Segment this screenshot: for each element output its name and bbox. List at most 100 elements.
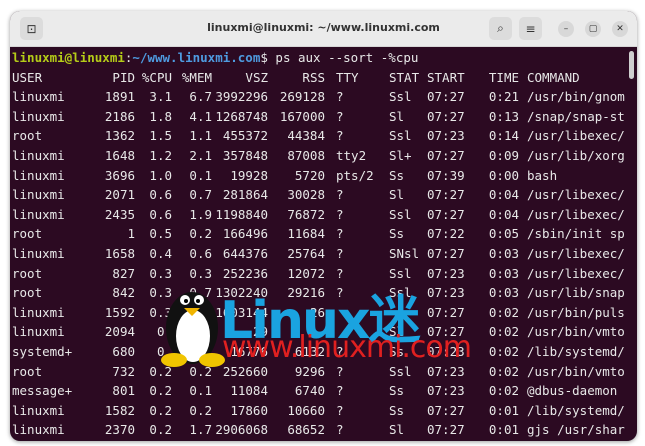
table-row: linuxmi 2370 0.2 1.7 2906068 68652? Sl 07:27 0:0… (12, 420, 625, 440)
cell-pct-cpu: 0.6 (149, 206, 172, 222)
cell-pid: PID (112, 69, 135, 85)
cell-tty: ? (336, 89, 344, 105)
cell-rss: 68652 (287, 422, 325, 438)
cell-pid: 827 (112, 265, 135, 281)
cell-rss: 9296 (294, 363, 325, 379)
command-text: ps aux --sort -%cpu (275, 50, 419, 65)
cell-stat: Ss (389, 167, 405, 183)
cell-rss: 87008 (287, 147, 325, 163)
maximize-icon[interactable]: ▢ (585, 21, 601, 37)
cell-vsz: 19928 (230, 167, 268, 183)
table-row: linuxmi 2435 0.6 1.9 1198840 76872? Ssl 07:27 0:… (12, 205, 625, 225)
cell-tty: ? (336, 402, 344, 418)
cell-pid: 2094 (104, 324, 135, 340)
cell-vsz: 29 (252, 324, 268, 340)
prompt-line: linuxmi@linuxmi:~/www.linuxmi.com$ ps au… (12, 48, 625, 68)
cell-vsz: 252660 (222, 363, 268, 379)
cell-time: 0:13 (488, 108, 519, 124)
cell-tty: TTY (336, 69, 359, 85)
cell-rss: 29216 (287, 285, 325, 301)
table-header: USER PID %CPU %MEM VSZ RSS TTY STAT START TIME COM… (12, 68, 625, 88)
terminal-output[interactable]: linuxmi@linuxmi:~/www.linuxmi.com$ ps au… (12, 48, 625, 440)
cell-vsz: 1198840 (215, 206, 268, 222)
cell-pct-cpu: 1.8 (149, 108, 172, 124)
cell-tty: ? (336, 226, 344, 242)
cell-pid: 2435 (104, 206, 135, 222)
cell-stat: STAT (389, 69, 420, 85)
close-icon[interactable]: ✕ (612, 21, 628, 37)
cell-user: linuxmi (12, 402, 65, 418)
cell-vsz: VSZ (245, 69, 268, 85)
cell-pct-mem: 0.3 (189, 265, 212, 281)
cell-start: 07:23 (427, 363, 465, 379)
cell-pid: 801 (112, 383, 135, 399)
cell-vsz: 1268748 (215, 108, 268, 124)
cell-time: 0:03 (488, 245, 519, 261)
search-icon[interactable]: ⌕ (489, 17, 512, 40)
minimize-icon[interactable]: – (558, 21, 574, 37)
cell-stat: Ssl (389, 285, 412, 301)
cell-command: gjs /usr/shar (527, 422, 625, 438)
cell-pct-cpu: 0.4 (149, 245, 172, 261)
cell-pct-mem: 0.2 (189, 226, 212, 242)
cell-rss: 26 (309, 304, 325, 320)
cell-stat (389, 303, 427, 323)
cell-time: 0:02 (488, 304, 519, 320)
cell-command: bash (527, 167, 558, 183)
cell-pct-cpu: %CPU (141, 69, 172, 85)
table-row: linuxmi 2094 0. 29 Sl 07:27 0:02/usr/bin/vmto (12, 322, 625, 342)
cell-rss: RSS (302, 69, 325, 85)
cell-pct-cpu: 1.0 (149, 167, 172, 183)
cell-pct-mem (172, 322, 212, 342)
cell-stat: Ss (389, 343, 405, 359)
table-row: linuxmi 1648 1.2 2.1 357848 87008 tty2 Sl+ 07:27… (12, 146, 625, 166)
cell-pct-cpu: 0.2 (149, 422, 172, 438)
cell-pct-mem: 1.7 (189, 422, 212, 438)
cell-stat: Ss (389, 383, 405, 399)
cell-rss: 6740 (294, 383, 325, 399)
cell-stat: Sl (389, 108, 405, 124)
table-row: linuxmi 3696 1.0 0.1 19928 5720 pts/2 Ss 07:39 0:… (12, 166, 625, 186)
cell-stat: SNsl (389, 245, 420, 261)
cell-user: root (12, 363, 43, 379)
cell-start: 07:23 (427, 265, 465, 281)
cell-user: systemd+ (12, 343, 73, 359)
cell-start: 07:27 (427, 206, 465, 222)
prompt-path: ~/www.linuxmi.com (132, 50, 261, 65)
cell-start: 07:23 (427, 383, 465, 399)
cell-start: START (427, 69, 465, 85)
cell-tty: ? (336, 285, 344, 301)
cell-rss: 269128 (279, 89, 325, 105)
cell-pid: 1582 (104, 402, 135, 418)
table-row: root 1362 1.5 1.1 455372 44384? Ssl 07:23 0:14/u… (12, 126, 625, 146)
cell-pid: 1658 (104, 245, 135, 261)
cell-pid: 1891 (104, 89, 135, 105)
cell-vsz: 2906068 (215, 422, 268, 438)
cell-pid: 1 (127, 226, 135, 242)
cell-pct-cpu: 0.3 (149, 304, 172, 320)
cell-rss (268, 322, 325, 342)
window-title: linuxmi@linuxmi: ~/www.linuxmi.com (207, 21, 440, 34)
cell-time: 0:05 (488, 226, 519, 242)
cell-pct-cpu: 0.3 (149, 265, 172, 281)
cell-start: 07:27 (427, 108, 465, 124)
cell-start: 07:27 (427, 422, 465, 438)
cell-start: 07:27 (427, 402, 465, 418)
cell-stat: Sl+ (389, 147, 412, 163)
cell-time: 0:21 (488, 89, 519, 105)
cell-pid: 732 (112, 363, 135, 379)
cell-pct-cpu: 0.6 (149, 187, 172, 203)
cell-pct-mem: 0.2 (189, 363, 212, 379)
cell-pid: 2186 (104, 108, 135, 124)
scrollbar[interactable] (629, 51, 634, 79)
cell-rss: 76872 (287, 206, 325, 222)
cell-user: linuxmi (12, 324, 65, 340)
prompt-end: $ (260, 50, 276, 65)
cell-stat: Ss (389, 402, 405, 418)
cell-pct-mem: 4.1 (189, 108, 212, 124)
cell-time: 0:02 (488, 363, 519, 379)
cell-stat: Ssl (389, 128, 412, 144)
hamburger-menu-icon[interactable]: ≡ (519, 17, 542, 40)
cell-user: linuxmi (12, 422, 65, 438)
cell-start: 07:27 (427, 245, 465, 261)
